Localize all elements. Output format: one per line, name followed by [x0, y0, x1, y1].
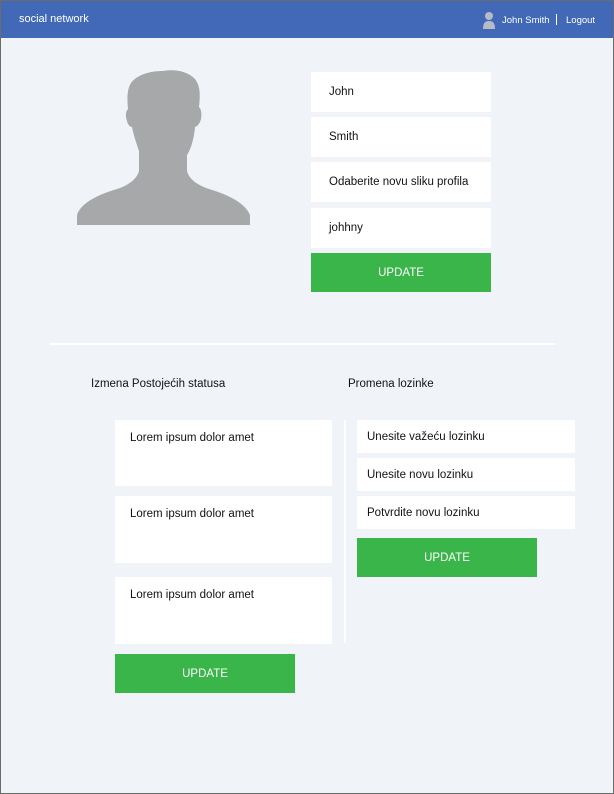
header-separator: [556, 14, 557, 25]
username-field[interactable]: johhny: [311, 208, 491, 248]
section-divider: [50, 343, 555, 345]
top-bar: social network John Smith Logout: [0, 0, 614, 38]
current-user-name[interactable]: John Smith: [502, 15, 550, 26]
new-password-field[interactable]: Unesite novu lozinku: [357, 458, 575, 491]
confirm-password-field[interactable]: Potvrdite novu lozinku: [357, 496, 575, 529]
password-change-heading: Promena lozinke: [348, 378, 434, 390]
user-icon: [483, 12, 495, 29]
profile-update-button[interactable]: UPDATE: [311, 253, 491, 292]
status-item-1[interactable]: Lorem ipsum dolor amet: [115, 420, 332, 486]
current-password-field[interactable]: Unesite važeću lozinku: [357, 420, 575, 453]
brand-logo-text[interactable]: social network: [19, 13, 89, 25]
logout-link[interactable]: Logout: [566, 15, 595, 26]
first-name-field[interactable]: John: [311, 72, 491, 112]
status-item-3[interactable]: Lorem ipsum dolor amet: [115, 577, 332, 644]
status-item-2[interactable]: Lorem ipsum dolor amet: [115, 496, 332, 563]
password-update-button[interactable]: UPDATE: [357, 538, 537, 577]
status-update-button[interactable]: UPDATE: [115, 654, 295, 693]
status-edit-heading: Izmena Postojećih statusa: [91, 378, 226, 390]
last-name-field[interactable]: Smith: [311, 117, 491, 157]
profile-picture-field[interactable]: Odaberite novu sliku profila: [311, 162, 491, 202]
column-divider: [344, 420, 346, 643]
avatar-silhouette-icon: [77, 70, 250, 225]
